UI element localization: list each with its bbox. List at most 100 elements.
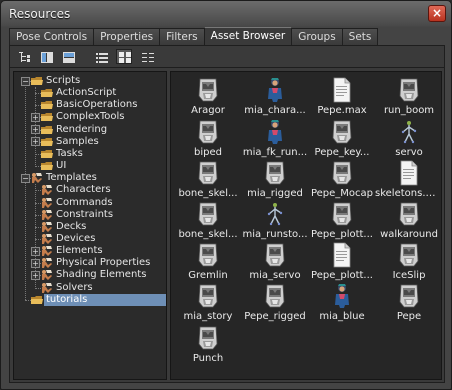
tree-item-label: Characters — [56, 184, 111, 196]
details-view-button[interactable] — [93, 49, 109, 64]
asset-item[interactable]: skeletons.m... — [375, 158, 442, 199]
collapse-icon[interactable]: − — [21, 173, 30, 183]
tab-pose-controls[interactable]: Pose Controls — [9, 28, 95, 45]
asset-item[interactable]: bone_skel... — [174, 158, 242, 199]
fbx-file-icon — [198, 283, 218, 309]
tree-item-label: Physical Properties — [56, 257, 151, 269]
tree-item-constraints[interactable]: Constraints — [40, 209, 115, 221]
tree-item-label: tutorials — [44, 293, 166, 306]
tree-item-templates[interactable]: Templates — [30, 172, 99, 184]
tree-item-samples[interactable]: Samples — [40, 136, 101, 148]
tree-item-characters[interactable]: Characters — [40, 184, 113, 196]
asset-name: run_boom — [383, 105, 435, 116]
fbx-file-icon — [399, 77, 419, 103]
tree-item-shading-elements[interactable]: Shading Elements — [40, 269, 148, 281]
tab-bar: Pose Controls Properties Filters Asset Brow… — [9, 27, 379, 45]
asset-item[interactable]: walkaround — [375, 199, 441, 240]
asset-item[interactable]: mia_runsto... — [241, 199, 309, 240]
asset-item[interactable]: run_boom — [375, 75, 441, 116]
asset-item[interactable]: bone_skel... — [174, 199, 242, 240]
asset-name: mia_story — [183, 311, 233, 322]
list-view-button[interactable] — [139, 49, 155, 64]
tab-groups[interactable]: Groups — [291, 28, 343, 45]
tab-filters[interactable]: Filters — [159, 28, 205, 45]
asset-item[interactable]: Pepe_plott... — [308, 240, 376, 281]
close-button[interactable]: × — [428, 5, 446, 22]
expand-icon[interactable]: + — [31, 258, 40, 268]
document-icon — [399, 160, 419, 186]
asset-name: servo — [395, 147, 423, 158]
tree-item-scripts[interactable]: Scripts — [30, 75, 82, 87]
tree-item-commands[interactable]: Commands — [40, 197, 115, 209]
expand-icon[interactable]: + — [31, 125, 40, 135]
asset-item[interactable]: mia_blue — [308, 281, 376, 322]
tree-expand-button[interactable] — [16, 49, 32, 64]
asset-item[interactable]: Pepe — [375, 281, 441, 322]
expand-icon[interactable]: + — [31, 137, 40, 147]
tree-item-actionscript[interactable]: ActionScript — [40, 87, 118, 99]
asset-item[interactable]: mia_servo — [241, 240, 309, 281]
split-horizontal-button[interactable] — [60, 49, 76, 64]
fbx-file-icon — [198, 119, 218, 145]
folder-tree[interactable]: − Scripts ActionScript BasicOperations + Comp… — [13, 71, 167, 380]
tree-item-elements[interactable]: Elements — [40, 245, 105, 257]
asset-grid[interactable]: Aragor mia_chara... Pepe.max run_boom biped m… — [170, 71, 442, 380]
asset-item[interactable]: mia_fk_run... — [241, 117, 309, 158]
tree-item-ui[interactable]: UI — [40, 160, 68, 172]
asset-item[interactable]: Pepe.max — [308, 75, 376, 116]
icon-view-button[interactable] — [116, 49, 132, 64]
template-icon — [40, 245, 54, 257]
tree-item-rendering[interactable]: Rendering — [40, 124, 109, 136]
asset-item[interactable]: mia_rigged — [241, 158, 309, 199]
fbx-file-icon — [265, 283, 285, 309]
expand-icon[interactable]: + — [31, 246, 40, 256]
asset-item[interactable]: Pepe_key... — [308, 117, 376, 158]
asset-item[interactable]: biped — [174, 117, 242, 158]
template-icon — [40, 282, 54, 294]
folder-icon — [30, 294, 44, 306]
tree-item-tasks[interactable]: Tasks — [40, 148, 85, 160]
expand-icon[interactable]: + — [31, 270, 40, 280]
asset-item[interactable]: Aragor — [174, 75, 242, 116]
asset-item[interactable]: Pepe_rigged — [241, 281, 309, 322]
tree-item-label: Solvers — [56, 281, 93, 293]
tree-item-complextools[interactable]: ComplexTools — [40, 111, 127, 123]
tab-sets[interactable]: Sets — [341, 28, 379, 45]
fbx-file-icon — [198, 201, 218, 227]
asset-item[interactable]: mia_chara... — [241, 75, 309, 116]
fbx-file-icon — [198, 325, 218, 351]
asset-name: Pepe.max — [317, 105, 367, 116]
tab-properties[interactable]: Properties — [93, 28, 161, 45]
fbx-file-icon — [198, 242, 218, 268]
close-icon: × — [431, 6, 443, 20]
tab-asset-browser[interactable]: Asset Browser — [203, 27, 293, 45]
asset-item[interactable]: servo — [375, 117, 441, 158]
asset-item[interactable]: Gremlin — [174, 240, 242, 281]
template-icon — [30, 172, 44, 184]
folder-icon — [40, 160, 54, 172]
asset-item[interactable]: Punch — [174, 323, 242, 364]
collapse-icon[interactable]: − — [21, 76, 30, 86]
folder-icon — [40, 124, 54, 136]
asset-item[interactable]: mia_story — [174, 281, 242, 322]
tree-item-tutorials[interactable]: tutorials — [30, 293, 166, 306]
asset-item[interactable]: Pepe_Mocap — [308, 158, 376, 199]
tree-item-basicoperations[interactable]: BasicOperations — [40, 99, 139, 111]
split-vertical-button[interactable] — [38, 49, 54, 64]
tree-item-label: Scripts — [46, 75, 81, 86]
expand-icon[interactable]: + — [31, 112, 40, 122]
asset-item[interactable]: Pepe_plott... — [308, 199, 376, 240]
title-bar[interactable]: Resources × — [1, 1, 451, 27]
fbx-file-icon — [265, 242, 285, 268]
tree-item-label: Constraints — [56, 208, 114, 220]
tree-item-label: Tasks — [56, 147, 83, 159]
tree-item-solvers[interactable]: Solvers — [40, 282, 95, 294]
tree-item-decks[interactable]: Decks — [40, 221, 88, 233]
asset-item[interactable]: IceSlip — [375, 240, 441, 281]
tree-item-physical-properties[interactable]: Physical Properties — [40, 257, 152, 269]
tree-item-label: Devices — [56, 232, 96, 244]
tree-item-label: UI — [56, 160, 67, 172]
fbx-file-icon — [332, 201, 352, 227]
asset-name: skeletons.m... — [375, 188, 442, 199]
tree-item-devices[interactable]: Devices — [40, 233, 97, 245]
